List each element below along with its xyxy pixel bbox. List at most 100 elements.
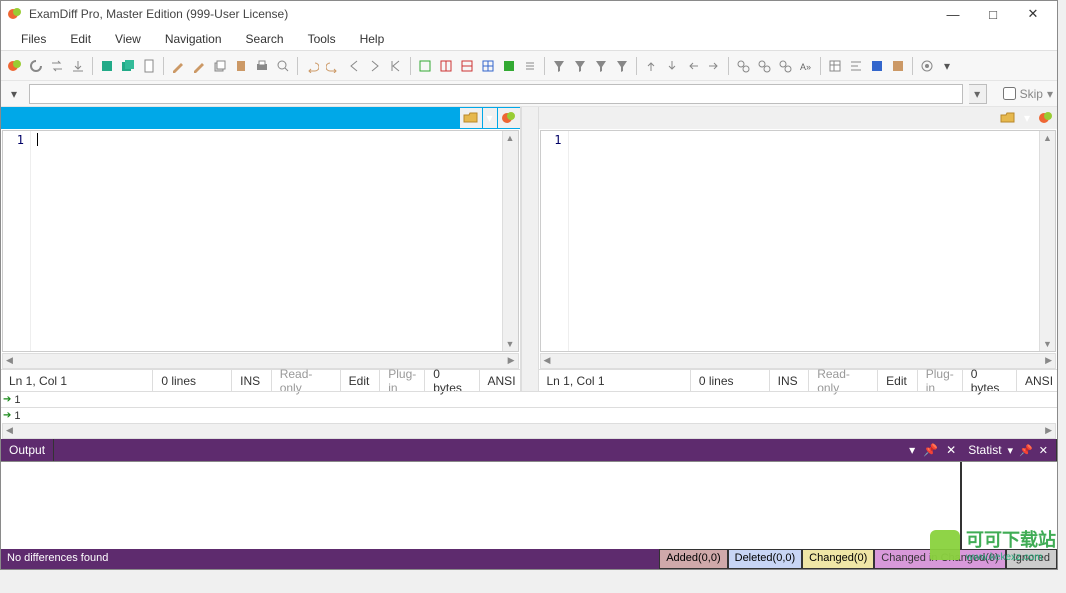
prev-diff-icon[interactable] (344, 56, 364, 76)
first-diff-icon[interactable] (386, 56, 406, 76)
status-added[interactable]: Added(0,0) (659, 549, 727, 569)
table-icon[interactable] (825, 56, 845, 76)
align-icon[interactable] (846, 56, 866, 76)
maximize-button[interactable]: □ (973, 2, 1013, 26)
address-dropdown-icon[interactable]: ▾ (969, 84, 987, 104)
document-icon[interactable] (139, 56, 159, 76)
skip-checkbox[interactable]: Skip ▾ (1003, 87, 1053, 101)
separator (820, 57, 821, 75)
find2-icon[interactable] (754, 56, 774, 76)
left-horizontal-scrollbar[interactable] (2, 353, 519, 369)
statist-tab[interactable]: Statist ▾ 📌 ✕ (960, 439, 1057, 461)
statist-dropdown-icon[interactable]: ▾ (1008, 444, 1014, 457)
address-input[interactable] (29, 84, 963, 104)
left-editor[interactable]: 1 (2, 130, 519, 352)
right-edit[interactable]: Edit (878, 370, 918, 391)
right-text-area[interactable] (569, 131, 1040, 351)
plugin-icon[interactable] (867, 56, 887, 76)
skip-checkbox-input[interactable] (1003, 87, 1016, 100)
left-edit[interactable]: Edit (341, 370, 381, 391)
extra-icon[interactable] (888, 56, 908, 76)
goto-icon[interactable]: A» (796, 56, 816, 76)
find1-icon[interactable] (733, 56, 753, 76)
output-close-icon[interactable]: ✕ (946, 443, 956, 457)
open-left-dropdown-icon[interactable]: ▾ (483, 108, 497, 128)
history-dropdown-icon[interactable]: ▾ (5, 84, 23, 104)
menu-search[interactable]: Search (234, 29, 296, 49)
print-icon[interactable] (252, 56, 272, 76)
menu-navigation[interactable]: Navigation (153, 29, 234, 49)
filter3-icon[interactable] (591, 56, 611, 76)
output-dropdown-icon[interactable]: ▾ (909, 443, 915, 457)
view-toggle-icon[interactable] (520, 56, 540, 76)
merge-down-icon[interactable] (662, 56, 682, 76)
titlebar[interactable]: ExamDiff Pro, Master Edition (999-User L… (1, 1, 1057, 27)
compare-left-icon[interactable] (498, 108, 520, 128)
left-text-area[interactable] (31, 131, 502, 351)
save-icon[interactable] (97, 56, 117, 76)
edit2-icon[interactable] (189, 56, 209, 76)
view-grid-icon[interactable] (478, 56, 498, 76)
edit-icon[interactable] (168, 56, 188, 76)
merge-left-icon[interactable] (683, 56, 703, 76)
open-left-icon[interactable] (460, 108, 482, 128)
options-dropdown-icon[interactable]: ▾ (938, 56, 956, 76)
save-all-icon[interactable] (118, 56, 138, 76)
menu-files[interactable]: Files (9, 29, 58, 49)
right-gutter: 1 (541, 131, 569, 351)
filter1-icon[interactable] (549, 56, 569, 76)
right-horizontal-scrollbar[interactable] (540, 353, 1057, 369)
undo-icon[interactable] (302, 56, 322, 76)
menu-edit[interactable]: Edit (58, 29, 103, 49)
open-right-dropdown-icon[interactable]: ▾ (1020, 108, 1034, 128)
bookmark-row-1[interactable]: ➔ 1 (1, 391, 1057, 407)
open-right-icon[interactable] (997, 108, 1019, 128)
view-split-v-icon[interactable] (436, 56, 456, 76)
right-lines: 0 lines (691, 370, 770, 391)
view-single-icon[interactable] (415, 56, 435, 76)
find3-icon[interactable] (775, 56, 795, 76)
statist-tab-label: Statist (968, 443, 1001, 457)
swap-icon[interactable] (47, 56, 67, 76)
status-deleted[interactable]: Deleted(0,0) (728, 549, 803, 569)
menu-tools[interactable]: Tools (296, 29, 348, 49)
bookmark-number: 1 (14, 410, 20, 422)
statist-pin-icon[interactable]: 📌 (1019, 444, 1033, 457)
compare-icon[interactable] (5, 56, 25, 76)
close-button[interactable]: ✕ (1013, 2, 1053, 26)
next-diff-icon[interactable] (365, 56, 385, 76)
menu-help[interactable]: Help (348, 29, 397, 49)
left-vertical-scrollbar[interactable] (502, 131, 518, 351)
right-ins[interactable]: INS (770, 370, 810, 391)
refresh-icon[interactable] (26, 56, 46, 76)
left-ins[interactable]: INS (232, 370, 272, 391)
bookmark-scrollbar[interactable] (2, 423, 1056, 439)
merge-right-icon[interactable] (704, 56, 724, 76)
output-pin-icon[interactable]: 📌 (923, 443, 938, 457)
view-map-icon[interactable] (499, 56, 519, 76)
filter2-icon[interactable] (570, 56, 590, 76)
export-icon[interactable] (68, 56, 88, 76)
status-changed[interactable]: Changed(0) (802, 549, 874, 569)
paste-icon[interactable] (231, 56, 251, 76)
statist-close-icon[interactable]: ✕ (1039, 444, 1048, 457)
minimize-button[interactable]: — (933, 2, 973, 26)
redo-icon[interactable] (323, 56, 343, 76)
left-enc[interactable]: ANSI (480, 370, 520, 391)
right-enc[interactable]: ANSI (1017, 370, 1057, 391)
filter4-icon[interactable] (612, 56, 632, 76)
search-icon[interactable] (273, 56, 293, 76)
copy-icon[interactable] (210, 56, 230, 76)
menu-view[interactable]: View (103, 29, 153, 49)
options-icon[interactable] (917, 56, 937, 76)
right-vertical-scrollbar[interactable] (1039, 131, 1055, 351)
view-split-h-icon[interactable] (457, 56, 477, 76)
status-bar: No differences found Added(0,0) Deleted(… (1, 549, 1057, 569)
right-editor[interactable]: 1 (540, 130, 1057, 352)
pane-separator[interactable] (521, 107, 539, 391)
compare-right-icon[interactable] (1035, 108, 1057, 128)
merge-up-icon[interactable] (641, 56, 661, 76)
output-tab[interactable]: Output (1, 439, 54, 461)
bookmark-row-2[interactable]: ➔ 1 (1, 407, 1057, 423)
bookmark-number: 1 (14, 394, 20, 406)
